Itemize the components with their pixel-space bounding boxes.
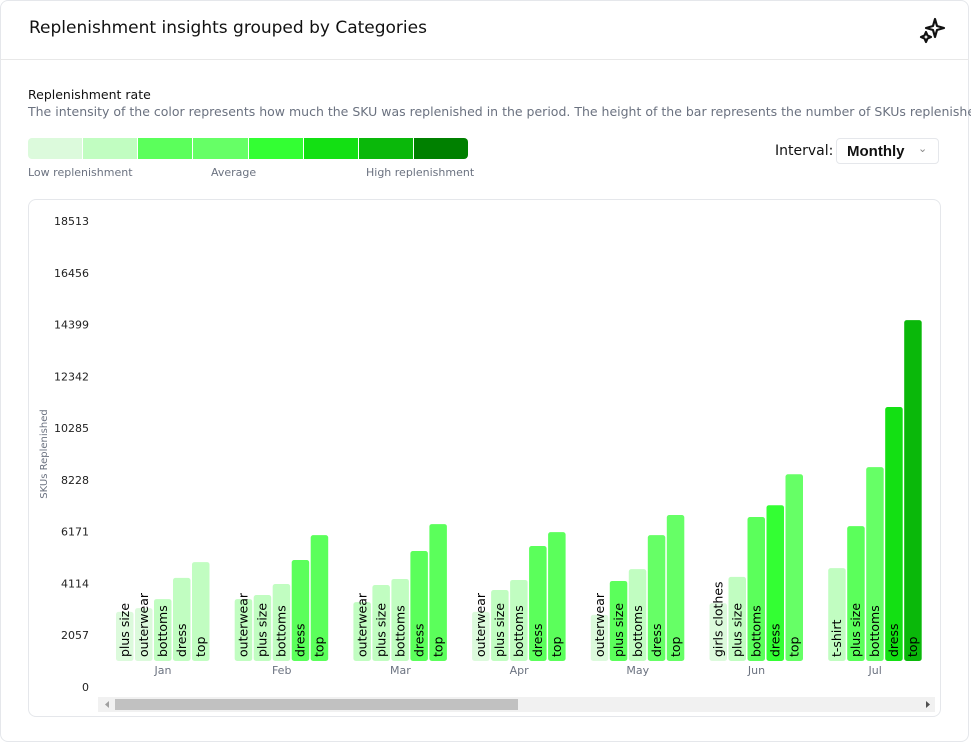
y-tick-label: 18513 — [54, 215, 89, 228]
bar-label: bottoms — [749, 605, 764, 657]
x-tick-label: Jan — [154, 664, 172, 677]
bar-label: plus size — [117, 603, 132, 657]
y-tick-label: 14399 — [54, 319, 89, 332]
bar-label: outerwear — [354, 592, 369, 657]
bar-label: plus size — [611, 603, 626, 657]
x-tick-label: Jun — [747, 664, 765, 677]
y-tick-label: 12342 — [54, 370, 89, 383]
y-tick-label: 6171 — [61, 526, 89, 539]
y-axis-label: SKUs Replenished — [39, 409, 50, 498]
scrollbar-thumb[interactable] — [115, 699, 518, 710]
bar-label: t-shirt — [829, 620, 844, 657]
bar-label: outerwear — [136, 592, 151, 657]
bar-label: dress — [649, 623, 664, 657]
bar-label: top — [549, 636, 564, 657]
bar-label: plus size — [373, 603, 388, 657]
x-tick-label: Apr — [510, 664, 530, 677]
y-tick-label: 2057 — [61, 629, 89, 642]
bar-label: dress — [174, 623, 189, 657]
x-tick-label: May — [626, 664, 649, 677]
bar-label: plus size — [255, 603, 270, 657]
bar-chart: 0 2057 4114 6171 8228 10285 12342 14399 16456 185… — [39, 215, 935, 712]
bar-label: bottoms — [867, 605, 882, 657]
bar-label: outerwear — [473, 592, 488, 657]
bar-label: bottoms — [630, 605, 645, 657]
bar-label: dress — [886, 623, 901, 657]
bar-label: top — [668, 636, 683, 657]
bar-label: plus size — [492, 603, 507, 657]
bar-label: bottoms — [274, 605, 289, 657]
bar-label: bottoms — [511, 605, 526, 657]
bar-label: dress — [768, 623, 783, 657]
bar-label: girls clothes — [711, 581, 726, 657]
y-tick-label: 10285 — [54, 422, 89, 435]
bar-jul-dress[interactable] — [885, 407, 903, 661]
bar-label: top — [430, 636, 445, 657]
bar-label: top — [905, 636, 920, 657]
y-tick-label: 16456 — [54, 267, 89, 280]
bar-label: outerwear — [592, 592, 607, 657]
y-tick-label: 0 — [82, 681, 89, 694]
bar-label: top — [193, 636, 208, 657]
x-tick-label: Feb — [272, 664, 291, 677]
bar-label: bottoms — [392, 605, 407, 657]
bar-jul-top[interactable] — [904, 320, 922, 661]
y-tick-label: 8228 — [61, 474, 89, 487]
bar-label: outerwear — [236, 592, 251, 657]
bar-label: bottoms — [155, 605, 170, 657]
bar-label: dress — [293, 623, 308, 657]
bar-jun-top[interactable] — [785, 474, 804, 661]
bar-label: top — [312, 636, 327, 657]
bar-label: top — [787, 636, 802, 657]
bar-label: dress — [530, 623, 545, 657]
y-tick-label: 4114 — [61, 577, 89, 590]
x-tick-label: Mar — [390, 664, 411, 677]
x-tick-label: Jul — [868, 664, 882, 677]
bar-label: plus size — [848, 603, 863, 657]
bar-label: plus size — [730, 603, 745, 657]
bar-label: dress — [411, 623, 426, 657]
